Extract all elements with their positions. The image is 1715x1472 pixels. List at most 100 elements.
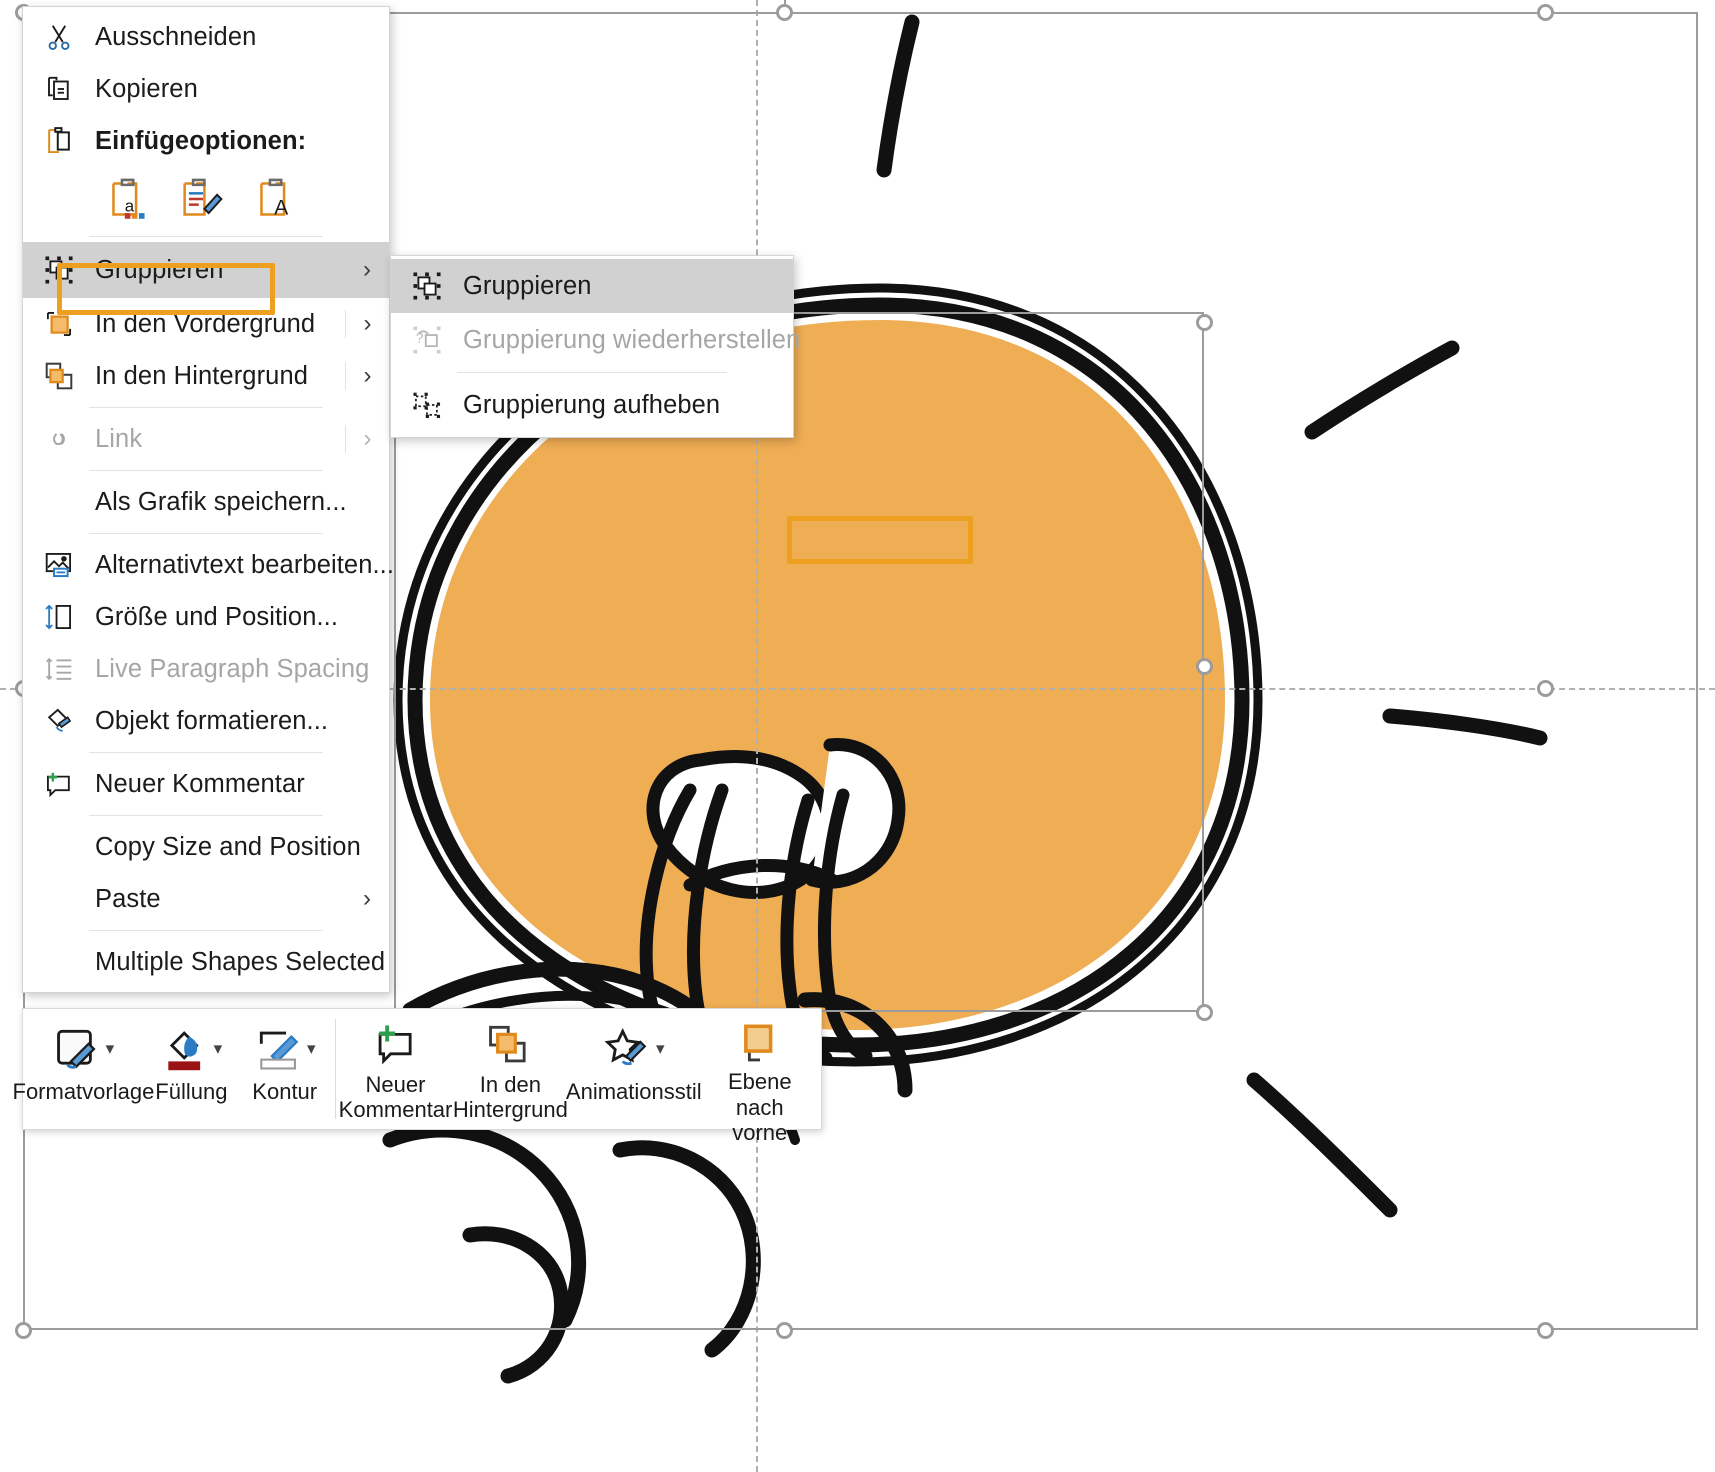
menu-separator	[89, 533, 323, 534]
size-position-icon	[23, 591, 95, 643]
toolbar-item-label: Ebene nach vorne	[727, 1069, 792, 1146]
menu-separator	[89, 407, 323, 408]
menu-item-size-and-position[interactable]: Größe und Position...	[23, 591, 389, 643]
send-to-back-icon	[23, 350, 95, 402]
menu-item-cut[interactable]: Ausschneiden	[23, 11, 389, 63]
menu-item-label: Gruppieren	[95, 255, 224, 284]
toolbar-item-fill[interactable]: ▾ Füllung	[144, 1009, 239, 1129]
toolbar-item-label: In den Hintergrund	[452, 1071, 568, 1123]
chevron-down-icon[interactable]: ▾	[106, 1039, 115, 1059]
line-spacing-icon	[23, 643, 95, 695]
selection-handle-bottom-left[interactable]	[15, 1322, 32, 1339]
menu-item-save-as-picture[interactable]: Als Grafik speichern...	[23, 476, 389, 528]
chevron-down-icon[interactable]: ▾	[214, 1039, 223, 1059]
new-comment-icon	[23, 758, 95, 810]
selection-handle-bottom-center[interactable]	[776, 1322, 793, 1339]
toolbar-divider	[334, 1019, 336, 1119]
submenu-item-label: Gruppierung wiederherstellen	[463, 325, 801, 354]
group-icon	[391, 259, 463, 313]
shape-style-icon: ▾	[53, 1021, 115, 1077]
shape-handle-top-right[interactable]	[1196, 314, 1213, 331]
group-icon	[23, 242, 95, 298]
toolbar-item-send-to-back[interactable]: In den Hintergrund	[452, 1009, 569, 1129]
menu-separator	[89, 930, 323, 931]
menu-item-bring-to-front[interactable]: In den Vordergrund ›	[23, 298, 389, 350]
menu-item-label: Paste	[95, 884, 161, 913]
ungroup-icon	[391, 378, 463, 432]
menu-item-label: In den Hintergrund	[95, 361, 309, 390]
submenu-item-regroup: ? Gruppierung wiederherstellen	[391, 313, 800, 367]
bring-forward-icon	[735, 1021, 785, 1067]
send-to-back-icon	[485, 1021, 535, 1070]
svg-text:A: A	[274, 197, 289, 220]
menu-separator	[89, 470, 323, 471]
menu-item-label: Kopieren	[95, 74, 198, 103]
menu-item-group[interactable]: Gruppieren ›	[23, 242, 389, 298]
no-icon	[23, 873, 95, 925]
menu-item-label: Ausschneiden	[95, 22, 257, 51]
toolbar-item-outline[interactable]: ▾ Kontur	[239, 1009, 331, 1129]
paste-options-row[interactable]: a A	[23, 167, 389, 231]
menu-item-label: Live Paragraph Spacing	[95, 654, 370, 683]
menu-item-paste[interactable]: Paste ›	[23, 873, 389, 925]
menu-item-copy[interactable]: Kopieren	[23, 63, 389, 115]
toolbar-item-label: Animationsstil	[565, 1079, 702, 1104]
chevron-right-icon: ›	[345, 310, 389, 338]
menu-item-label: Als Grafik speichern...	[95, 487, 347, 516]
context-menu[interactable]: Ausschneiden Kopieren Einfügeoptionen: a…	[22, 6, 394, 993]
alt-text-icon	[23, 539, 95, 591]
menu-item-copy-size-and-position[interactable]: Copy Size and Position	[23, 821, 389, 873]
menu-item-new-comment[interactable]: Neuer Kommentar	[23, 758, 389, 810]
shape-handle-middle-right[interactable]	[1196, 658, 1213, 675]
screenshot-root: Ausschneiden Kopieren Einfügeoptionen: a…	[0, 0, 1715, 1472]
selection-handle-bottom-right[interactable]	[1537, 1322, 1554, 1339]
svg-text:?: ?	[416, 330, 424, 345]
menu-item-live-paragraph-spacing: Live Paragraph Spacing	[23, 643, 389, 695]
menu-separator	[89, 815, 323, 816]
toolbar-item-animation-style[interactable]: ▾ Animationsstil	[566, 1009, 702, 1129]
selection-handle-middle-right[interactable]	[1537, 680, 1554, 697]
menu-item-edit-alt-text[interactable]: Alternativtext bearbeiten...	[23, 539, 394, 591]
menu-item-label: In den Vordergrund	[95, 309, 316, 338]
toolbar-item-bring-layer-forward[interactable]: Ebene nach vorne	[698, 1009, 821, 1145]
toolbar-item-label: Kontur	[252, 1079, 318, 1104]
toolbar-item-label: Füllung	[155, 1079, 228, 1104]
no-icon	[23, 821, 95, 873]
menu-item-link: Link ›	[23, 413, 389, 465]
format-object-icon	[23, 695, 95, 747]
no-icon	[23, 476, 95, 528]
submenu-item-label: Gruppierung aufheben	[463, 390, 721, 419]
paste-use-destination-theme-icon[interactable]	[177, 175, 229, 223]
menu-item-label: Alternativtext bearbeiten...	[95, 550, 395, 579]
shape-handle-bottom-right[interactable]	[1196, 1004, 1213, 1021]
chevron-right-icon: ›	[345, 425, 389, 453]
toolbar-item-label: Neuer Kommentar	[338, 1071, 453, 1123]
toolbar-item-new-comment[interactable]: Neuer Kommentar	[338, 1009, 453, 1129]
bring-to-front-icon	[23, 298, 95, 350]
menu-item-format-object[interactable]: Objekt formatieren...	[23, 695, 389, 747]
menu-item-send-to-back[interactable]: In den Hintergrund ›	[23, 350, 389, 402]
animation-style-icon: ▾	[603, 1021, 665, 1077]
mini-toolbar[interactable]: ▾ Formatvorlage ▾ Füllung ▾ Kontur Neuer…	[13, 1008, 822, 1145]
selection-handle-top-center[interactable]	[776, 4, 793, 21]
chevron-down-icon[interactable]: ▾	[307, 1039, 316, 1059]
menu-item-multiple-shapes-selected[interactable]: Multiple Shapes Selected	[23, 936, 389, 988]
scissors-icon	[23, 11, 95, 63]
submenu-item-ungroup[interactable]: Gruppierung aufheben	[391, 378, 793, 432]
toolbar-item-label: Formatvorlage	[12, 1079, 155, 1104]
menu-item-label: Einfügeoptionen:	[95, 126, 307, 155]
group-submenu[interactable]: Gruppieren ? Gruppierung wiederherstelle…	[390, 255, 973, 564]
submenu-item-label: Gruppieren	[463, 271, 592, 300]
paste-keep-source-formatting-icon[interactable]: a	[107, 175, 151, 223]
submenu-item-group[interactable]: Gruppieren	[391, 259, 793, 313]
selection-handle-top-right[interactable]	[1537, 4, 1554, 21]
chevron-down-icon[interactable]: ▾	[656, 1039, 665, 1059]
toolbar-item-format-style[interactable]: ▾ Formatvorlage	[13, 1009, 154, 1129]
chevron-right-icon: ›	[363, 256, 371, 283]
menu-item-label: Copy Size and Position	[95, 832, 361, 861]
chevron-right-icon: ›	[363, 885, 371, 912]
clipboard-icon	[23, 115, 95, 167]
paste-keep-text-only-icon[interactable]: A	[255, 175, 299, 223]
no-icon	[23, 936, 95, 988]
copy-icon	[23, 63, 95, 115]
